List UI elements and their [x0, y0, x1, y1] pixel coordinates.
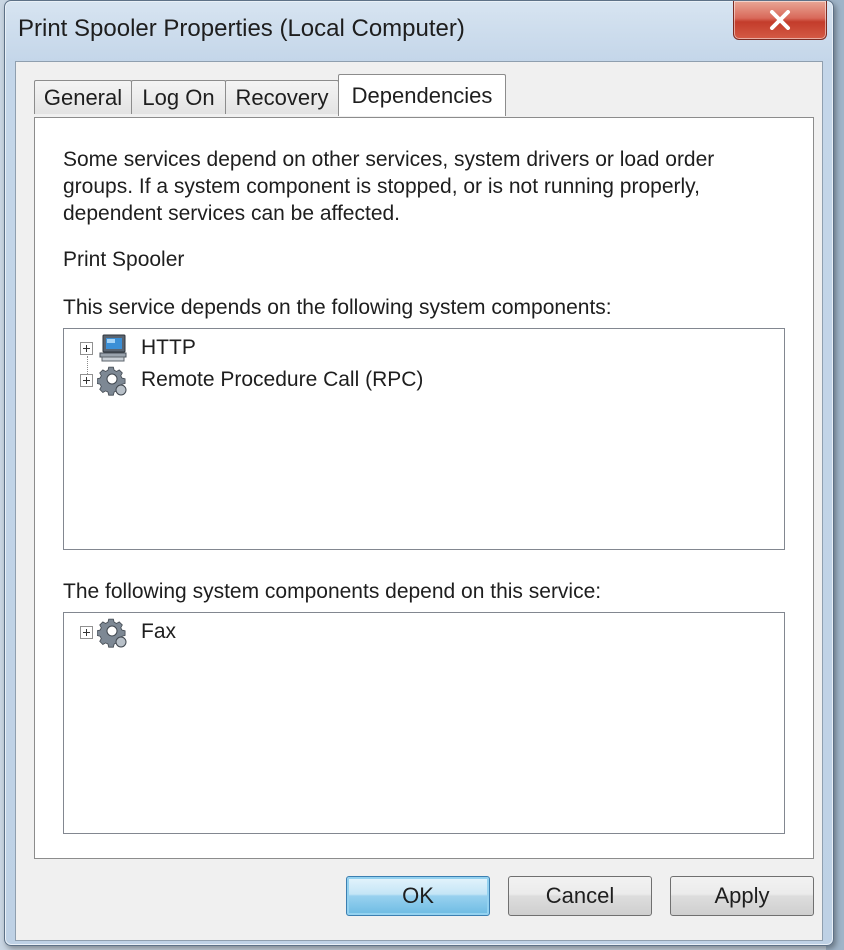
gear-service-icon — [97, 366, 127, 396]
tree-node-label: HTTP — [141, 336, 196, 359]
computer-icon — [99, 334, 127, 362]
close-button[interactable] — [733, 1, 827, 40]
service-name: Print Spooler — [63, 248, 185, 271]
depends-on-tree[interactable]: HTTP Remote Procedure Call (RPC) — [63, 328, 785, 550]
cancel-button[interactable]: Cancel — [508, 876, 652, 916]
tree-node-fax[interactable]: Fax — [80, 617, 177, 648]
window-title: Print Spooler Properties (Local Computer… — [18, 15, 465, 42]
tree-node-label: Fax — [141, 620, 177, 643]
depended-by-label: The following system components depend o… — [63, 580, 602, 603]
depends-on-label: This service depends on the following sy… — [63, 296, 612, 319]
depended-by-tree[interactable]: Fax — [63, 612, 785, 834]
close-icon — [770, 10, 790, 30]
expand-icon[interactable] — [80, 341, 93, 355]
expand-icon[interactable] — [80, 373, 93, 387]
tree-node-label: Remote Procedure Call (RPC) — [141, 368, 424, 391]
properties-dialog: Print Spooler Properties (Local Computer… — [4, 0, 834, 946]
tab-log-on[interactable]: Log On — [131, 80, 226, 114]
ok-button[interactable]: OK — [346, 876, 490, 916]
tab-recovery[interactable]: Recovery — [225, 80, 339, 114]
tree-node-http[interactable]: HTTP — [80, 333, 196, 363]
dependencies-description: Some services depend on other services, … — [63, 148, 715, 225]
apply-button[interactable]: Apply — [670, 876, 814, 916]
tab-dependencies[interactable]: Dependencies — [338, 74, 506, 116]
dependencies-panel: Some services depend on other services, … — [34, 117, 814, 859]
gear-service-icon — [97, 618, 127, 648]
tab-general[interactable]: General — [34, 80, 132, 114]
expand-icon[interactable] — [80, 625, 93, 639]
dialog-client-area: General Log On Recovery Dependencies Som… — [15, 61, 823, 941]
tree-node-rpc[interactable]: Remote Procedure Call (RPC) — [80, 365, 424, 396]
